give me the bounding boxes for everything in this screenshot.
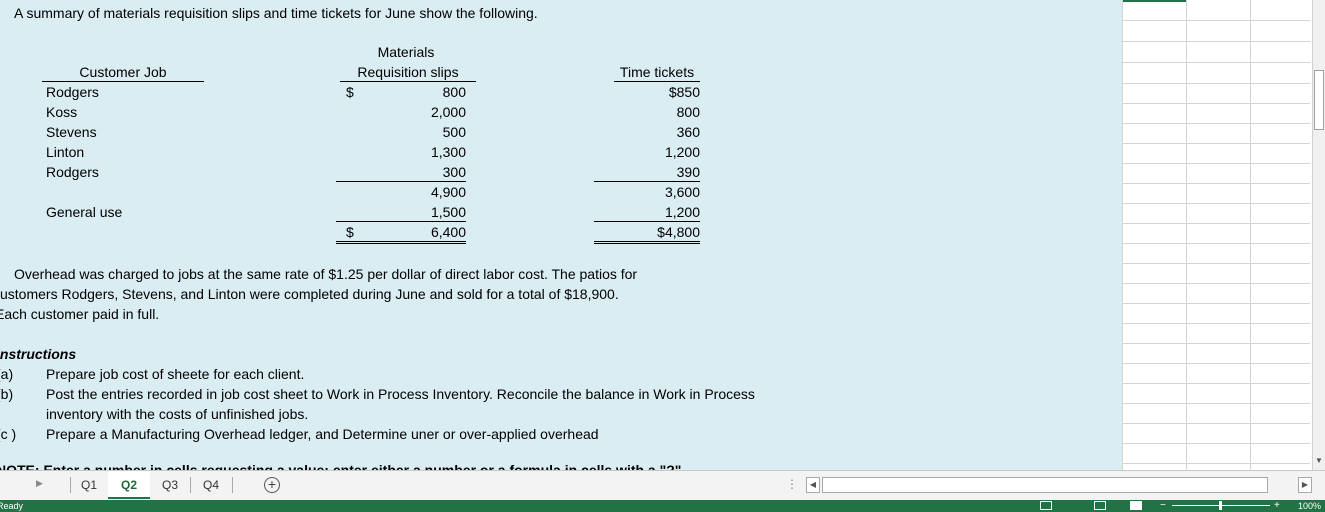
- zoom-out-icon[interactable]: −: [1160, 500, 1166, 511]
- general-use-materials: 1,500: [336, 203, 466, 222]
- instruction-text-c: Prepare a Manufacturing Overhead ledger,…: [46, 426, 599, 442]
- grid-line: [1122, 62, 1310, 63]
- instruction-text-b-cont: inventory with the costs of unfinished j…: [46, 406, 309, 422]
- row-time: 360: [676, 124, 700, 140]
- tab-q3[interactable]: Q3: [152, 471, 188, 499]
- status-bar: Ready − + 100%: [0, 500, 1325, 512]
- row-time: 800: [676, 104, 700, 120]
- total-time: $4,800: [594, 223, 700, 244]
- status-ready-text: Ready: [0, 501, 24, 511]
- grid-line: [1122, 83, 1310, 84]
- row-materials: 800: [442, 84, 466, 100]
- grid-line: [1122, 343, 1310, 344]
- grid-line: [1122, 223, 1310, 224]
- grid-line: [1186, 0, 1187, 470]
- tab-scroll-right-icon[interactable]: ▶: [36, 478, 43, 489]
- grid-line: [1122, 383, 1310, 384]
- row-job: Stevens: [46, 124, 97, 140]
- tab-separator: [232, 477, 233, 493]
- overhead-line3: Each customer paid in full.: [0, 306, 160, 322]
- instruction-label-a: (a): [0, 366, 14, 382]
- subtotal-materials: 4,900: [430, 184, 466, 200]
- zoom-in-icon[interactable]: +: [1274, 500, 1280, 511]
- tab-separator: [190, 477, 191, 493]
- total-materials: 6,400: [336, 223, 466, 244]
- grid-line: [1250, 0, 1251, 470]
- general-use-time: 1,200: [594, 203, 700, 222]
- row-job: Rodgers: [46, 84, 99, 100]
- header-materials-line1: Materials: [377, 44, 435, 60]
- normal-view-icon[interactable]: [1040, 501, 1052, 510]
- subtotal-time: 3,600: [664, 184, 700, 200]
- grid-line: [1122, 263, 1310, 264]
- grid-line: [1122, 463, 1310, 464]
- grid-line: [1122, 423, 1310, 424]
- general-use-label: General use: [46, 204, 123, 220]
- grid-line: [1122, 203, 1310, 204]
- horizontal-scroll-track[interactable]: [822, 477, 1268, 493]
- header-customer-job: Customer Job: [42, 63, 204, 82]
- row-materials: 1,300: [430, 144, 466, 160]
- grid-line: [1122, 41, 1310, 42]
- materials-dollar-sign: $: [346, 84, 354, 100]
- grid-line: [1122, 163, 1310, 164]
- scroll-right-icon[interactable]: ▶: [1298, 477, 1312, 493]
- intro-text: A summary of materials requisition slips…: [14, 5, 538, 21]
- row-job: Rodgers: [46, 164, 99, 180]
- grid-line: [1122, 243, 1310, 244]
- sheet-tab-bar: ▶ Q1 Q2 Q3 Q4 + ⋮ ◀ ▶: [0, 470, 1325, 500]
- zoom-slider-thumb[interactable]: [1219, 501, 1222, 510]
- grid-line: [1122, 323, 1310, 324]
- grid-line: [1122, 363, 1310, 364]
- row-time: 390: [594, 163, 700, 182]
- grid-line: [1122, 443, 1310, 444]
- tab-split-handle-icon[interactable]: ⋮: [786, 477, 798, 491]
- zoom-level[interactable]: 100%: [1298, 501, 1321, 511]
- instruction-label-b: (b): [0, 386, 14, 402]
- worksheet-area[interactable]: A summary of materials requisition slips…: [0, 0, 1122, 470]
- row-materials: 300: [336, 163, 466, 182]
- row-time: 1,200: [664, 144, 700, 160]
- row-time: $850: [668, 84, 700, 100]
- note-cut-line: NOTE: Enter a number in cells requesting…: [0, 462, 682, 470]
- grid-line: [1122, 283, 1310, 284]
- tab-q1[interactable]: Q1: [71, 471, 107, 499]
- vertical-scrollbar[interactable]: ▼: [1312, 0, 1325, 470]
- tab-q4[interactable]: Q4: [192, 471, 230, 499]
- grid-line: [1122, 0, 1123, 470]
- horizontal-scrollbar[interactable]: ◀ ▶: [806, 477, 1312, 493]
- row-job: Koss: [46, 104, 78, 120]
- add-sheet-icon[interactable]: +: [264, 477, 280, 493]
- scroll-down-arrow-icon[interactable]: ▼: [1315, 456, 1323, 465]
- instruction-label-c: (c ): [0, 426, 17, 442]
- grid-line: [1122, 143, 1310, 144]
- page-layout-icon[interactable]: [1094, 501, 1106, 510]
- row-materials: 500: [442, 124, 466, 140]
- grid-line: [1122, 103, 1310, 104]
- overhead-line2: customers Rodgers, Stevens, and Linton w…: [0, 286, 619, 302]
- vertical-scroll-thumb[interactable]: [1314, 70, 1324, 130]
- instruction-text-b: Post the entries recorded in job cost sh…: [46, 386, 755, 402]
- grid-line: [1122, 303, 1310, 304]
- grid-line: [1122, 183, 1310, 184]
- header-materials-line2: Requisition slips: [340, 63, 476, 82]
- selected-cell-edge: [1123, 0, 1186, 2]
- header-time-tickets: Time tickets: [614, 63, 700, 82]
- tab-q2[interactable]: Q2: [108, 471, 150, 499]
- row-job: Linton: [46, 144, 85, 160]
- grid-line: [1122, 403, 1310, 404]
- grid-line: [1122, 123, 1310, 124]
- scroll-left-icon[interactable]: ◀: [806, 477, 820, 493]
- instruction-text-a: Prepare job cost of sheete for each clie…: [46, 366, 305, 382]
- grid-line: [1122, 20, 1310, 21]
- instructions-heading: Instructions: [0, 346, 77, 362]
- row-materials: 2,000: [430, 104, 466, 120]
- overhead-line1: Overhead was charged to jobs at the same…: [14, 266, 638, 282]
- page-break-preview-icon[interactable]: [1130, 501, 1142, 510]
